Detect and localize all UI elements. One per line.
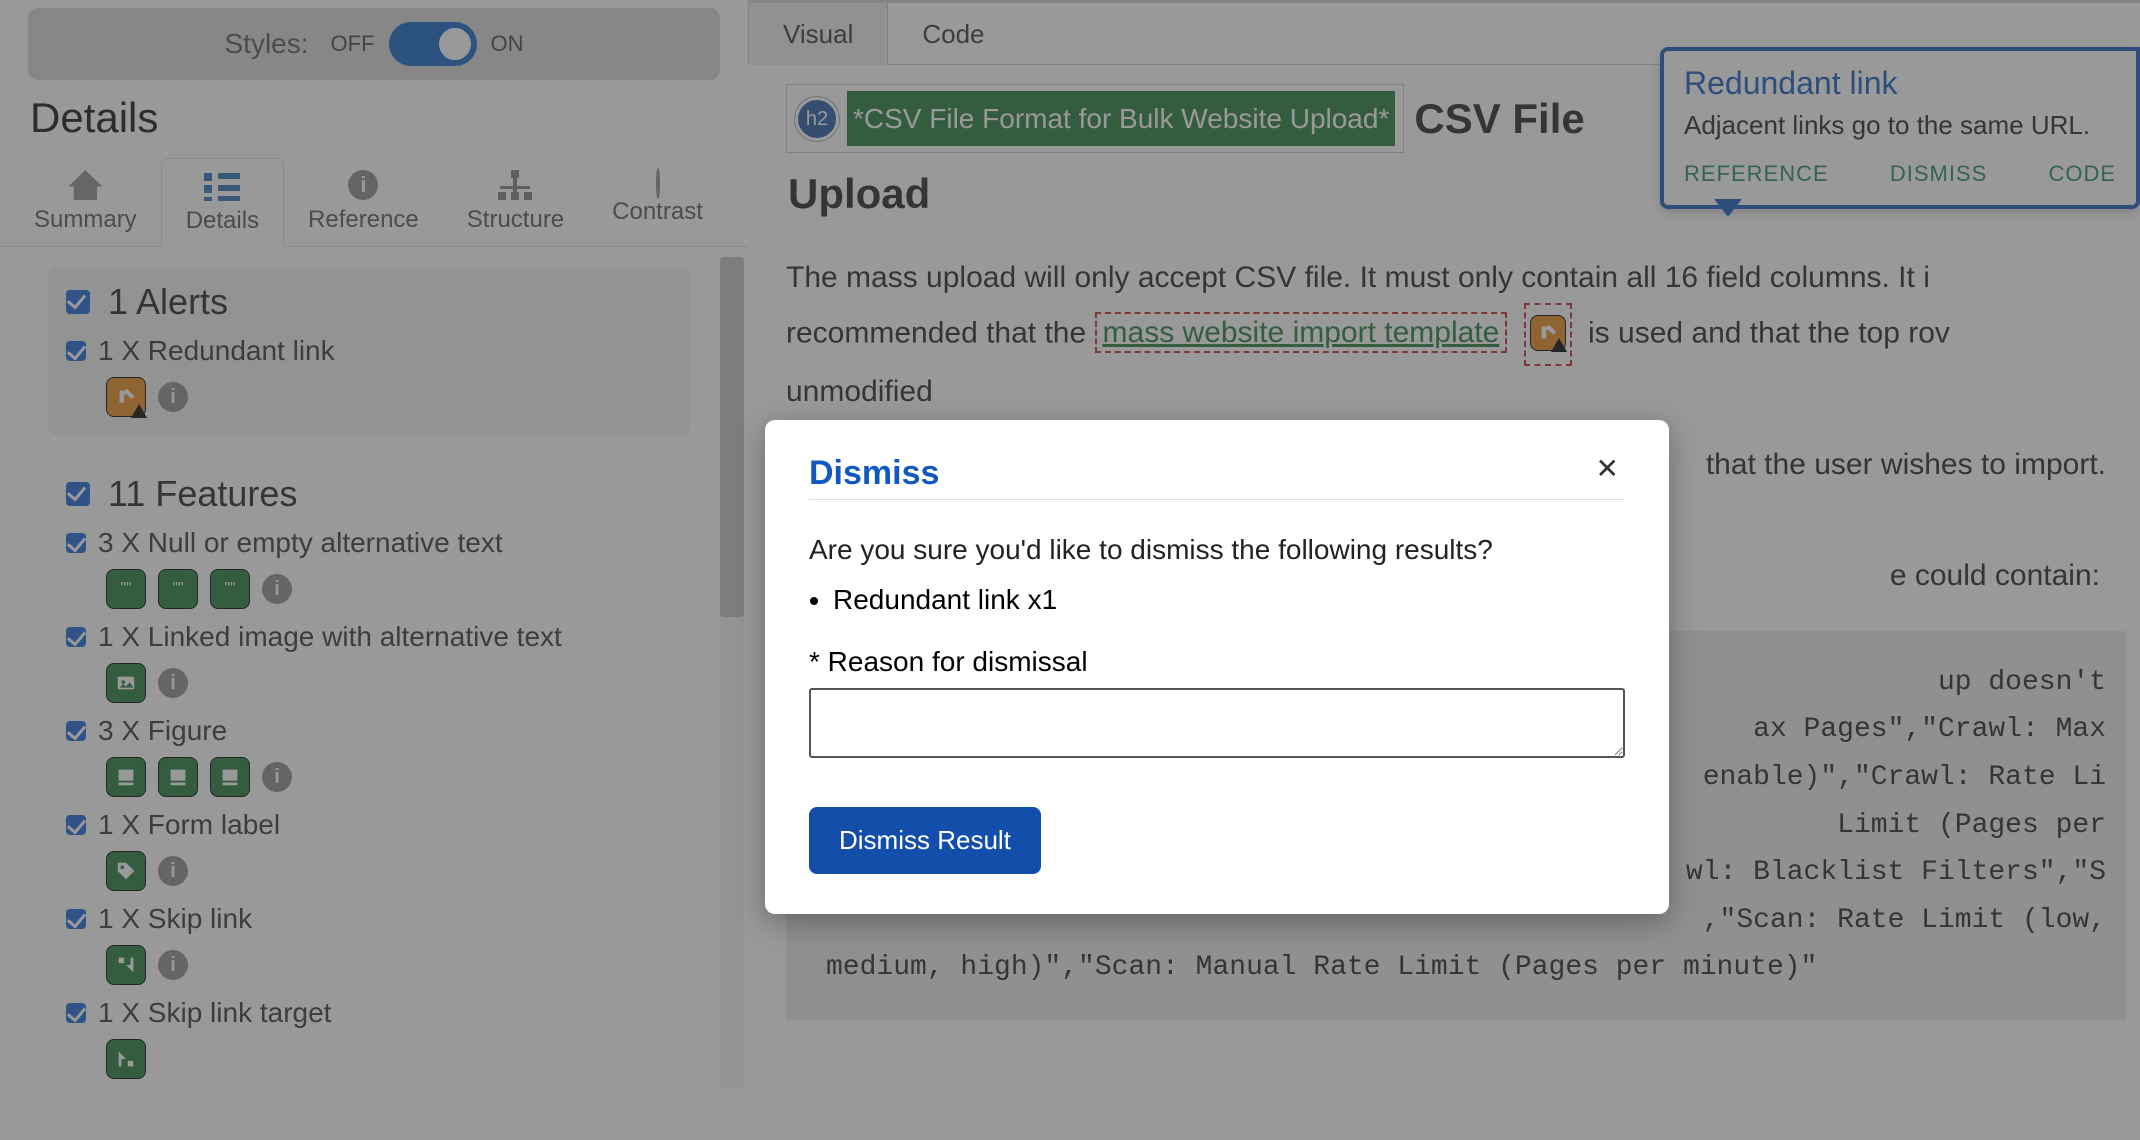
modal-close-button[interactable]: ✕ <box>1590 454 1625 484</box>
reason-label: * Reason for dismissal <box>809 646 1625 678</box>
dismiss-result-button[interactable]: Dismiss Result <box>809 807 1041 874</box>
modal-item: Redundant link x1 <box>833 584 1625 616</box>
close-icon: ✕ <box>1596 453 1619 484</box>
modal-question: Are you sure you'd like to dismiss the f… <box>809 534 1625 566</box>
dismiss-modal: Dismiss ✕ Are you sure you'd like to dis… <box>765 420 1669 914</box>
modal-title: Dismiss <box>809 454 939 493</box>
reason-input[interactable] <box>809 688 1625 758</box>
